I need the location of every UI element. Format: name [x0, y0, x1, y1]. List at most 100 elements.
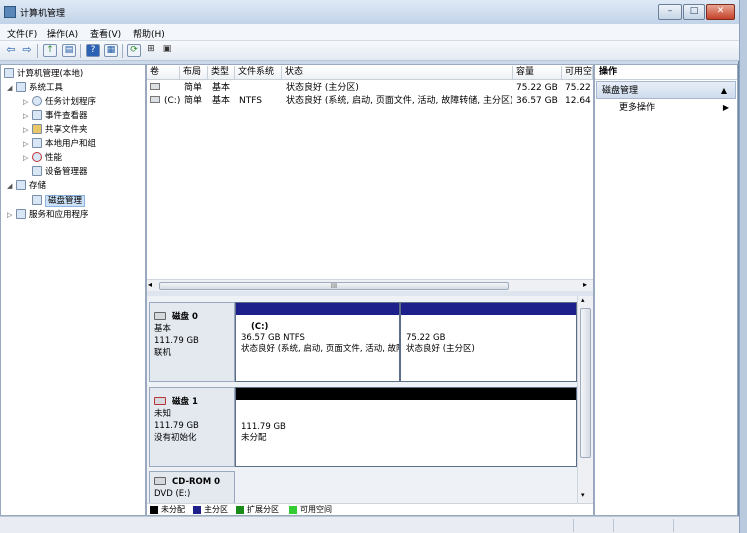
- column-header-filesystem[interactable]: 文件系统: [235, 66, 282, 80]
- expand-arrow-icon[interactable]: ▷: [7, 209, 16, 222]
- legend-swatch-extended: [236, 506, 244, 514]
- table-cell: 状态良好 (主分区): [286, 83, 359, 93]
- expand-arrow-icon[interactable]: ▷: [23, 124, 32, 137]
- disk-size: 111.79 GB: [154, 421, 199, 431]
- legend-swatch-unallocated: [150, 506, 158, 514]
- disk-type: 基本: [154, 324, 172, 334]
- column-header-type[interactable]: 类型: [208, 66, 235, 80]
- partition-size: 75.22 GB: [406, 333, 446, 343]
- column-header-free-space[interactable]: 可用空: [562, 66, 593, 80]
- scroll-left-icon[interactable]: ◂: [148, 280, 152, 289]
- disk-name: CD-ROM 0: [172, 477, 221, 487]
- column-header-capacity[interactable]: 容量: [513, 66, 562, 80]
- help-icon[interactable]: ?: [86, 44, 100, 57]
- collapse-arrow-icon[interactable]: ◢: [7, 180, 16, 193]
- title-bar[interactable]: 计算机管理 – □ ✕: [0, 0, 739, 24]
- actions-section-disk-management[interactable]: 磁盘管理 ▲: [596, 81, 736, 99]
- menu-action[interactable]: 操作(A): [47, 27, 78, 40]
- legend-label: 扩展分区: [247, 505, 279, 514]
- more-actions-label: 更多操作: [619, 103, 656, 113]
- collapse-arrow-icon[interactable]: ◢: [7, 82, 16, 95]
- tree-item-system-tools[interactable]: ◢ 系统工具: [7, 82, 63, 95]
- menu-help[interactable]: 帮助(H): [133, 27, 165, 40]
- minimize-button[interactable]: –: [658, 4, 682, 20]
- shared-folder-icon: [32, 124, 42, 134]
- tree-item-local-users[interactable]: ▷ 本地用户和组: [23, 138, 96, 151]
- partition-primary[interactable]: 75.22 GB 状态良好 (主分区): [400, 302, 577, 382]
- table-cell: 简单: [184, 83, 203, 93]
- column-header-volume[interactable]: 卷: [147, 66, 180, 80]
- show-hide-tree-icon[interactable]: ▤: [62, 44, 76, 57]
- partition-c[interactable]: (C:) 36.57 GB NTFS 状态良好 (系统, 启动, 页面文件, 活…: [235, 302, 400, 382]
- column-header-status[interactable]: 状态: [282, 66, 513, 80]
- back-arrow-icon[interactable]: ⇦: [4, 44, 18, 57]
- scroll-down-icon[interactable]: ▾: [581, 491, 585, 499]
- partition-status: 未分配: [241, 433, 267, 443]
- partition-status: 状态良好 (系统, 启动, 页面文件, 活动, 故障转储, 主分区): [241, 344, 399, 354]
- submenu-arrow-icon: ▶: [722, 103, 729, 112]
- tree-item-task-scheduler[interactable]: ▷ 任务计划程序: [23, 96, 96, 109]
- scroll-up-icon[interactable]: ▴: [581, 296, 585, 304]
- disk-management-pane: 卷 布局 类型 文件系统 状态 容量 可用空 简单 基本 状态良好 (主分区) …: [146, 64, 594, 516]
- navigation-tree: 计算机管理(本地) ◢ 系统工具 ▷ 任务计划程序 ▷ 事件查看器 ▷ 共享文件夹 ▷ 本…: [0, 64, 146, 516]
- close-button[interactable]: ✕: [706, 4, 735, 20]
- disk-size: 111.79 GB: [154, 336, 199, 346]
- menu-view[interactable]: 查看(V): [90, 27, 121, 40]
- status-segment: [573, 519, 613, 532]
- partition-status: 状态良好 (主分区): [406, 344, 475, 354]
- up-folder-icon[interactable]: ↑: [43, 44, 57, 57]
- cdrom-0-header[interactable]: CD-ROM 0 DVD (E:): [149, 471, 235, 503]
- legend-label: 可用空间: [300, 505, 332, 514]
- table-cell: 36.57 GB: [516, 96, 558, 106]
- partition-label: [406, 322, 576, 333]
- disk-management-icon: [32, 195, 42, 205]
- tree-item-performance[interactable]: ▷ 性能: [23, 152, 62, 165]
- horizontal-scrollbar[interactable]: ◂ III ▸: [147, 279, 593, 291]
- menu-file[interactable]: 文件(F): [7, 27, 37, 40]
- expand-arrow-icon[interactable]: ▷: [23, 138, 32, 151]
- disk-name: 磁盘 0: [172, 312, 198, 322]
- primary-partition-bar: [401, 303, 576, 315]
- tree-item-shared-folders[interactable]: ▷ 共享文件夹: [23, 124, 88, 137]
- more-actions-item[interactable]: 更多操作 ▶: [595, 101, 737, 115]
- disk-type: DVD (E:): [154, 489, 191, 499]
- properties-icon[interactable]: ▦: [104, 44, 118, 57]
- computer-management-icon: [4, 68, 14, 78]
- tree-item-storage[interactable]: ◢ 存储: [7, 180, 46, 193]
- tree-item-device-manager[interactable]: 设备管理器: [32, 166, 88, 179]
- partition-unallocated[interactable]: 111.79 GB 未分配: [235, 387, 577, 467]
- scroll-thumb[interactable]: III: [159, 282, 509, 290]
- expand-arrow-icon[interactable]: ▷: [23, 152, 32, 165]
- expand-arrow-icon[interactable]: ▷: [23, 110, 32, 123]
- disk-status: 没有初始化: [154, 433, 197, 443]
- device-manager-icon: [32, 166, 42, 176]
- status-segment: [673, 519, 733, 532]
- tree-item-disk-management[interactable]: 磁盘管理: [32, 195, 86, 208]
- table-cell: 基本: [212, 96, 231, 106]
- table-cell: 75.22 GB: [516, 83, 558, 93]
- export-list-icon[interactable]: ⊞: [144, 44, 158, 57]
- scroll-thumb[interactable]: [580, 308, 591, 458]
- tree-item-services-applications[interactable]: ▷ 服务和应用程序: [7, 209, 89, 222]
- toolbar-separator: [37, 44, 38, 58]
- disk-0-header[interactable]: 磁盘 0 基本 111.79 GB 联机: [149, 302, 235, 382]
- disk-settings-icon[interactable]: ▣: [160, 44, 174, 57]
- table-cell: 12.64: [565, 96, 591, 106]
- vertical-scrollbar[interactable]: ▴ ▾: [577, 296, 593, 503]
- expand-arrow-icon[interactable]: ▷: [23, 96, 32, 109]
- tree-item-event-viewer[interactable]: ▷ 事件查看器: [23, 110, 88, 123]
- refresh-icon[interactable]: ⟳: [127, 44, 141, 57]
- maximize-button[interactable]: □: [683, 4, 705, 20]
- column-header-layout[interactable]: 布局: [180, 66, 208, 80]
- tree-item-computer-management[interactable]: 计算机管理(本地): [4, 68, 83, 81]
- status-bar: [0, 516, 739, 533]
- clock-icon: [32, 96, 42, 106]
- forward-arrow-icon[interactable]: ⇨: [20, 44, 34, 57]
- collapse-up-icon[interactable]: ▲: [721, 82, 727, 100]
- partition-size: 111.79 GB: [241, 422, 286, 432]
- scroll-right-icon[interactable]: ▸: [583, 280, 587, 289]
- disk-1-header[interactable]: 磁盘 1 未知 111.79 GB 没有初始化: [149, 387, 235, 467]
- volume-icon: [150, 96, 160, 103]
- toolbar: ⇦ ⇨ ↑ ▤ ? ▦ ⟳ ⊞ ▣: [0, 41, 739, 61]
- performance-icon: [32, 152, 42, 162]
